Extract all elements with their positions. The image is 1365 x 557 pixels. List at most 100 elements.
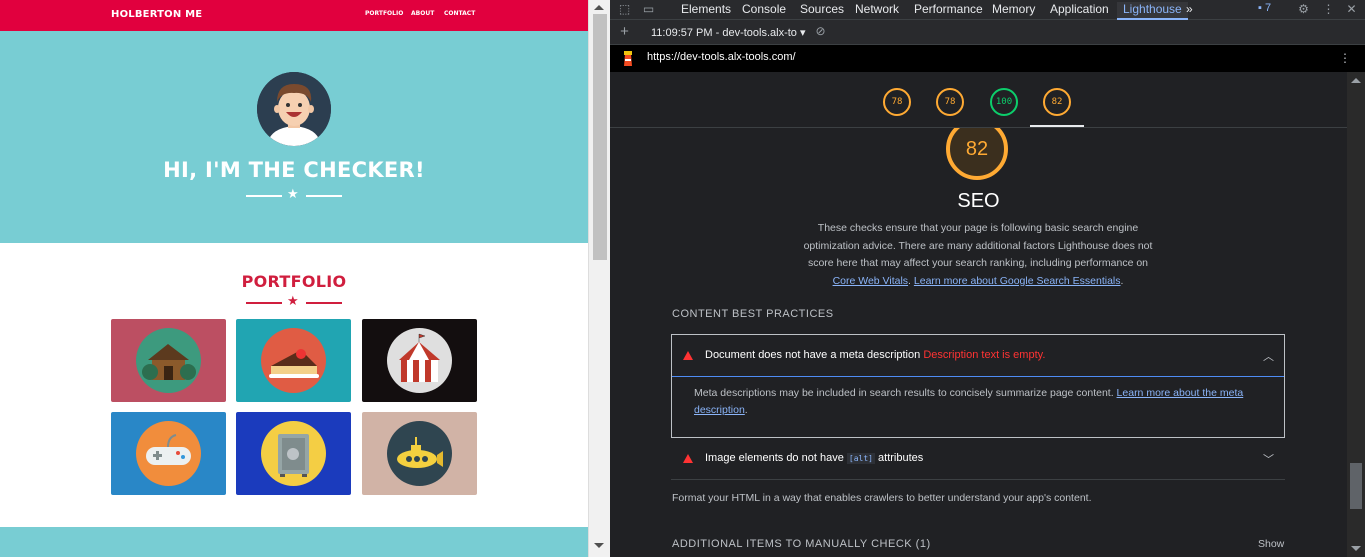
circus-tent-icon <box>387 328 452 393</box>
tab-memory[interactable]: Memory <box>992 2 1035 20</box>
inspect-element-icon[interactable]: ⬚ <box>618 3 631 16</box>
report-selector[interactable]: 11:09:57 PM - dev-tools.alx-to ▾ <box>651 26 806 39</box>
audit-meta-description[interactable]: Document does not have a meta descriptio… <box>671 334 1285 438</box>
category-description-text: These checks ensure that your page is fo… <box>803 222 1153 269</box>
audit-title-prefix: Image elements do not have <box>705 452 844 464</box>
nav-link-about[interactable]: ABOUT <box>411 10 434 17</box>
avatar <box>257 72 331 146</box>
issues-count: 7 <box>1264 2 1272 14</box>
portfolio-tile-safe[interactable] <box>236 412 351 495</box>
site-footer <box>0 527 588 557</box>
code-snippet: [alt] <box>846 453 875 464</box>
tab-sources[interactable]: Sources <box>800 2 844 20</box>
tab-lighthouse[interactable]: Lighthouse <box>1117 2 1188 20</box>
category-description: These checks ensure that your page is fo… <box>803 222 1153 287</box>
search-essentials-link[interactable]: Learn more about Google Search Essential… <box>914 275 1121 287</box>
lighthouse-url-bar: https://dev-tools.alx-tools.com/ ⋮ <box>610 45 1365 72</box>
divider-line <box>246 302 282 304</box>
star-icon: ★ <box>287 293 299 308</box>
gauge-accessibility[interactable]: 78 <box>936 88 964 116</box>
clear-icon[interactable]: ⊘ <box>814 25 827 38</box>
website-viewport: HOLBERTON ME PORTFOLIO ABOUT CONTACT HI,… <box>0 0 588 557</box>
scroll-down-icon[interactable] <box>1351 546 1361 551</box>
portfolio-tile-cake[interactable] <box>236 319 351 402</box>
tab-console[interactable]: Console <box>742 2 786 20</box>
tab-elements[interactable]: Elements <box>681 2 731 20</box>
safe-icon <box>261 421 326 486</box>
portfolio-tile-gamepad[interactable] <box>111 412 226 495</box>
active-gauge-indicator <box>1030 125 1084 127</box>
portfolio-tile-cabin[interactable] <box>111 319 226 402</box>
audit-title-suffix: attributes <box>878 452 924 464</box>
lighthouse-report: 82 SEO These checks ensure that your pag… <box>610 128 1347 557</box>
chevron-down-icon: ▾ <box>799 27 806 39</box>
portfolio-tile-submarine[interactable] <box>362 412 477 495</box>
divider-line <box>306 195 342 197</box>
audit-body-text: Meta descriptions may be included in sea… <box>694 387 1117 399</box>
section-heading-best-practices: CONTENT BEST PRACTICES <box>672 308 834 320</box>
portfolio-tile-circus[interactable] <box>362 319 477 402</box>
scroll-up-icon[interactable] <box>594 5 604 10</box>
gauge-performance[interactable]: 78 <box>883 88 911 116</box>
audit-title: Document does not have a meta descriptio… <box>705 349 1045 361</box>
nav-link-contact[interactable]: CONTACT <box>444 10 475 17</box>
lighthouse-toolbar: + 11:09:57 PM - dev-tools.alx-to ▾ ⊘ <box>610 20 1365 45</box>
site-brand[interactable]: HOLBERTON ME <box>111 9 202 20</box>
issues-badge[interactable]: ▪ 7 <box>1258 2 1271 14</box>
gamepad-icon <box>136 421 201 486</box>
section-heading-manual-checks: ADDITIONAL ITEMS TO MANUALLY CHECK (1) <box>672 538 931 550</box>
gear-icon[interactable]: ⚙ <box>1297 3 1310 16</box>
divider-line <box>246 195 282 197</box>
chevron-down-icon[interactable]: ﹀ <box>1263 451 1274 467</box>
devtools-panel: ⬚ ▭ Elements Console Sources Network Per… <box>610 0 1365 557</box>
fail-icon <box>683 351 693 360</box>
audit-image-alt[interactable]: Image elements do not have [alt] attribu… <box>671 438 1285 480</box>
tab-performance[interactable]: Performance <box>914 2 983 20</box>
scroll-up-icon[interactable] <box>1351 78 1361 83</box>
score-gauges-bar: 78 78 100 82 <box>610 72 1347 128</box>
fail-icon <box>683 454 693 463</box>
portfolio-divider: ★ <box>246 293 342 310</box>
gauge-best-practices[interactable]: 100 <box>990 88 1018 116</box>
more-tabs-icon[interactable]: » <box>1186 2 1193 20</box>
report-time: 11:09:57 PM - dev-tools.alx-to <box>651 27 797 39</box>
star-icon: ★ <box>287 186 299 201</box>
hero-title: HI, I'M THE CHECKER! <box>163 158 425 182</box>
cabin-icon <box>136 328 201 393</box>
group-description: Format your HTML in a way that enables c… <box>672 492 1092 504</box>
hero-divider: ★ <box>246 186 342 203</box>
device-toolbar-icon[interactable]: ▭ <box>642 3 655 16</box>
page-scrollbar[interactable] <box>588 0 610 557</box>
report-url[interactable]: https://dev-tools.alx-tools.com/ <box>647 51 796 63</box>
audit-body: Meta descriptions may be included in sea… <box>694 387 1244 416</box>
audit-title: Image elements do not have [alt] attribu… <box>705 452 923 464</box>
close-icon[interactable]: ✕ <box>1345 3 1358 16</box>
audit-error-text: Description text is empty. <box>923 349 1046 361</box>
devtools-tabbar: ⬚ ▭ Elements Console Sources Network Per… <box>610 0 1365 20</box>
nav-link-portfolio[interactable]: PORTFOLIO <box>365 10 403 17</box>
chevron-up-icon[interactable]: ︿ <box>1263 348 1274 364</box>
core-web-vitals-link[interactable]: Core Web Vitals <box>833 275 908 287</box>
cake-icon <box>261 328 326 393</box>
tab-network[interactable]: Network <box>855 2 899 20</box>
submarine-icon <box>387 421 452 486</box>
scroll-down-icon[interactable] <box>594 543 604 548</box>
scrollbar-thumb[interactable] <box>1350 463 1362 509</box>
lighthouse-logo-icon <box>622 50 634 72</box>
hero-section: HI, I'M THE CHECKER! ★ <box>0 31 588 243</box>
gauge-seo[interactable]: 82 <box>1043 88 1071 116</box>
site-navbar: HOLBERTON ME PORTFOLIO ABOUT CONTACT <box>0 0 588 31</box>
portfolio-title: PORTFOLIO <box>241 272 347 291</box>
scrollbar-thumb[interactable] <box>593 14 607 260</box>
divider-line <box>306 302 342 304</box>
report-scrollbar[interactable] <box>1347 72 1365 557</box>
category-title: SEO <box>957 190 1000 212</box>
kebab-menu-icon[interactable]: ⋮ <box>1322 3 1335 16</box>
plus-icon[interactable]: + <box>618 24 631 39</box>
audit-title-text: Document does not have a meta descriptio… <box>705 349 921 361</box>
tab-application[interactable]: Application <box>1050 2 1109 20</box>
seo-score-gauge: 82 <box>946 128 1008 180</box>
kebab-menu-icon[interactable]: ⋮ <box>1339 51 1351 65</box>
show-button[interactable]: Show <box>1258 538 1284 550</box>
audit-header[interactable]: Document does not have a meta descriptio… <box>672 335 1284 377</box>
